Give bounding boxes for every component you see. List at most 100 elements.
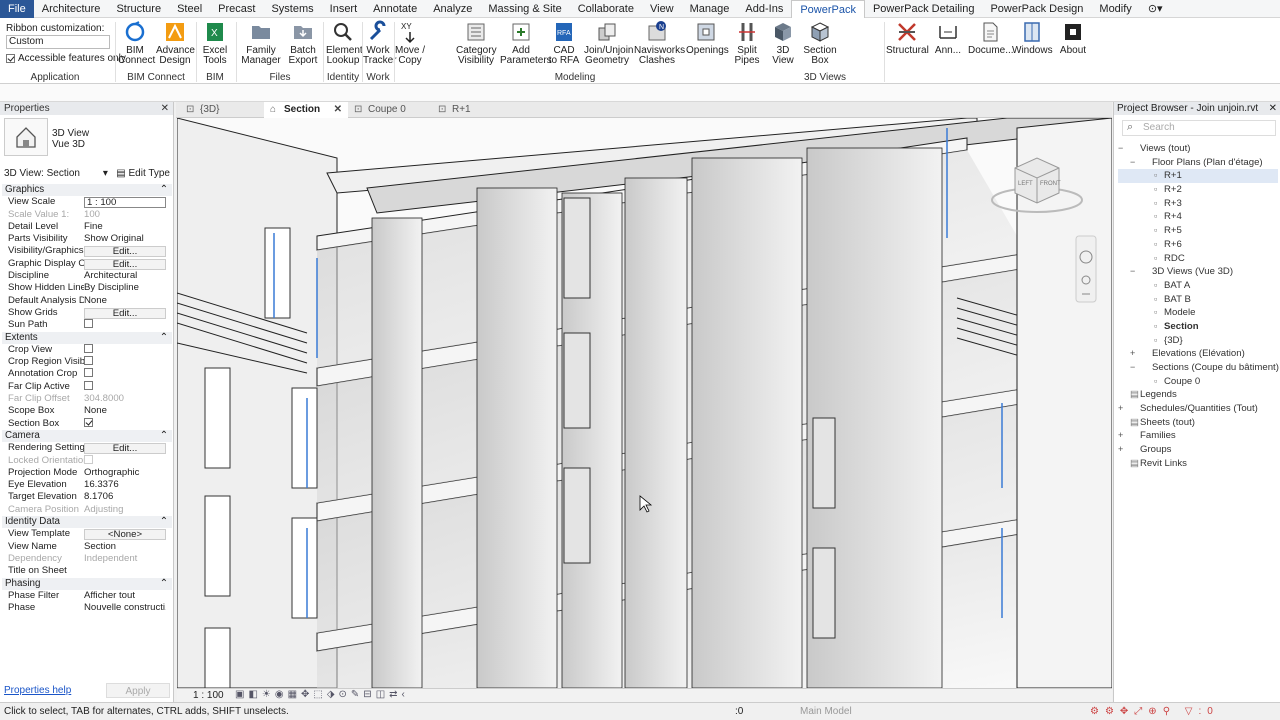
property-value[interactable] <box>84 319 166 331</box>
batch-export-button[interactable]: Batch Export <box>286 20 320 66</box>
menu-tab-systems[interactable]: Systems <box>263 0 321 18</box>
add-parameters-button[interactable]: Add Parameters <box>500 20 552 66</box>
apply-button[interactable]: Apply <box>106 683 170 698</box>
selection-filter-icons[interactable]: ⚙⚙✥⤢⊕⚲ ▽:0 <box>1090 703 1219 720</box>
property-group-graphics[interactable]: Graphics ⌃ <box>2 184 172 197</box>
windows-button[interactable]: Windows <box>1012 20 1053 56</box>
property-value[interactable]: Edit... <box>84 307 166 319</box>
category-visibility-button[interactable]: Category Visibility <box>456 20 497 66</box>
property-value[interactable]: Edit... <box>84 443 166 455</box>
property-value[interactable] <box>84 368 166 380</box>
browser-item-r-1[interactable]: ▫ R+1 <box>1118 169 1278 184</box>
menu-tab-powerpack[interactable]: PowerPack <box>791 0 865 18</box>
view-scale-selector[interactable]: 1 : 100 <box>193 690 224 701</box>
view-tab-3d[interactable]: ⊡ {3D} <box>180 102 264 118</box>
browser-search-input[interactable]: Search <box>1122 120 1276 136</box>
close-icon[interactable]: ✕ <box>1269 102 1277 115</box>
ribbon-options-icon[interactable]: ⊙▾ <box>1140 0 1171 18</box>
menu-tab-insert[interactable]: Insert <box>322 0 366 18</box>
structural-button[interactable]: Structural <box>886 20 929 56</box>
checkbox[interactable] <box>84 343 93 353</box>
browser-item-floor-plans-plan-d-tage[interactable]: − Floor Plans (Plan d'étage) <box>1118 156 1278 170</box>
view-tab-section[interactable]: ⌂ Section ✕ <box>264 102 348 118</box>
menu-tab-architecture[interactable]: Architecture <box>34 0 109 18</box>
browser-item-3d[interactable]: ▫ {3D} <box>1118 334 1278 348</box>
browser-item-r-3[interactable]: ▫ R+3 <box>1118 197 1278 211</box>
family-manager-button[interactable]: Family Manager <box>240 20 282 66</box>
property-value[interactable]: None <box>84 405 166 417</box>
browser-item-r-4[interactable]: ▫ R+4 <box>1118 210 1278 224</box>
instance-selector[interactable]: 3D View: Section <box>4 168 80 179</box>
annotation-button[interactable]: Ann... <box>932 20 964 56</box>
menu-tab-precast[interactable]: Precast <box>210 0 263 18</box>
browser-item-rdc[interactable]: ▫ RDC <box>1118 252 1278 266</box>
property-value[interactable]: 16.3376 <box>84 479 166 491</box>
main-model-selector[interactable]: Main Model <box>800 703 852 720</box>
browser-item-r-2[interactable]: ▫ R+2 <box>1118 183 1278 197</box>
browser-item-legends[interactable]: ▤ Legends <box>1118 388 1278 402</box>
property-value[interactable]: Afficher tout <box>84 590 166 602</box>
property-value[interactable]: Fine <box>84 221 166 233</box>
checkbox[interactable] <box>84 417 93 427</box>
property-value[interactable] <box>84 343 166 356</box>
menu-tab-manage[interactable]: Manage <box>682 0 738 18</box>
property-value[interactable]: 8.1706 <box>84 491 166 503</box>
property-group-identity-data[interactable]: Identity Data ⌃ <box>2 516 172 529</box>
property-value[interactable]: None <box>84 295 166 307</box>
join-unjoin-button[interactable]: Join/Unjoin Geometry <box>584 20 633 66</box>
property-group-extents[interactable]: Extents ⌃ <box>2 331 172 344</box>
property-value[interactable]: Nouvelle constructi... <box>84 602 166 614</box>
browser-item-revit-links[interactable]: ▤ Revit Links <box>1118 457 1278 471</box>
property-value[interactable] <box>84 356 166 368</box>
menu-tab-add-ins[interactable]: Add-Ins <box>737 0 791 18</box>
browser-item-families[interactable]: + Families <box>1118 429 1278 443</box>
split-pipes-button[interactable]: Split Pipes <box>732 20 762 66</box>
navisworks-clashes-button[interactable]: N Navisworks Clashes <box>634 20 685 66</box>
section-box-button[interactable]: Section Box <box>802 20 838 66</box>
menu-tab-massing-site[interactable]: Massing & Site <box>480 0 569 18</box>
close-icon[interactable]: ✕ <box>161 102 169 115</box>
property-value[interactable]: Edit... <box>84 246 166 258</box>
3d-view-button[interactable]: 3D View <box>768 20 798 66</box>
property-value[interactable]: Architectural <box>84 270 166 282</box>
accessible-features-checkbox[interactable]: Accessible features only <box>6 53 126 64</box>
browser-item-section[interactable]: ▫ Section <box>1118 320 1278 334</box>
property-value[interactable]: 1 : 100 <box>84 197 166 209</box>
expand-icon[interactable]: + <box>1118 443 1123 457</box>
browser-item-3d-views-vue-3d[interactable]: − 3D Views (Vue 3D) <box>1118 265 1278 279</box>
menu-tab-file[interactable]: File <box>0 0 34 18</box>
view-tab-r-1[interactable]: ⊡ R+1 <box>432 102 516 118</box>
element-lookup-button[interactable]: Element Lookup <box>326 20 363 66</box>
edit-type-button[interactable]: ▾ ▤ Edit Type <box>103 168 170 179</box>
browser-item-sections-coupe-du-b-timent[interactable]: − Sections (Coupe du bâtiment) <box>1118 361 1279 375</box>
property-value[interactable] <box>84 417 166 430</box>
menu-tab-collaborate[interactable]: Collaborate <box>570 0 642 18</box>
expand-icon[interactable]: + <box>1118 402 1123 416</box>
property-value[interactable]: Section <box>84 541 166 553</box>
properties-help-link[interactable]: Properties help <box>4 685 71 696</box>
excel-tools-button[interactable]: X Excel Tools <box>198 20 232 66</box>
property-value[interactable]: <None> <box>84 529 166 541</box>
property-value[interactable]: Orthographic <box>84 467 166 479</box>
cad-to-rfa-button[interactable]: RFA CAD to RFA <box>548 20 580 66</box>
view-type-name[interactable]: 3D View Vue 3D <box>52 128 89 150</box>
menu-tab-view[interactable]: View <box>642 0 682 18</box>
property-group-camera[interactable]: Camera ⌃ <box>2 429 172 443</box>
browser-item-modele[interactable]: ▫ Modele <box>1118 306 1278 320</box>
browser-item-groups[interactable]: + Groups <box>1118 443 1278 457</box>
browser-item-elevations-el-vation[interactable]: + Elevations (Elévation) <box>1118 347 1278 361</box>
collapse-icon[interactable]: − <box>1118 142 1123 156</box>
menu-tab-steel[interactable]: Steel <box>169 0 210 18</box>
menu-tab-powerpack-design[interactable]: PowerPack Design <box>982 0 1091 18</box>
menu-tab-powerpack-detailing[interactable]: PowerPack Detailing <box>865 0 983 18</box>
browser-item-r-6[interactable]: ▫ R+6 <box>1118 238 1278 252</box>
browser-item-sheets-tout[interactable]: ▤ Sheets (tout) <box>1118 416 1278 430</box>
menu-tab-analyze[interactable]: Analyze <box>425 0 480 18</box>
expand-icon[interactable]: + <box>1118 429 1123 443</box>
close-icon[interactable]: ✕ <box>334 102 342 118</box>
bim-connect-button[interactable]: BIM Connect <box>118 20 155 66</box>
view-tab-coupe-0[interactable]: ⊡ Coupe 0 <box>348 102 432 118</box>
property-value[interactable] <box>84 565 166 577</box>
checkbox[interactable] <box>84 356 93 366</box>
browser-item-coupe-0[interactable]: ▫ Coupe 0 <box>1118 375 1278 389</box>
